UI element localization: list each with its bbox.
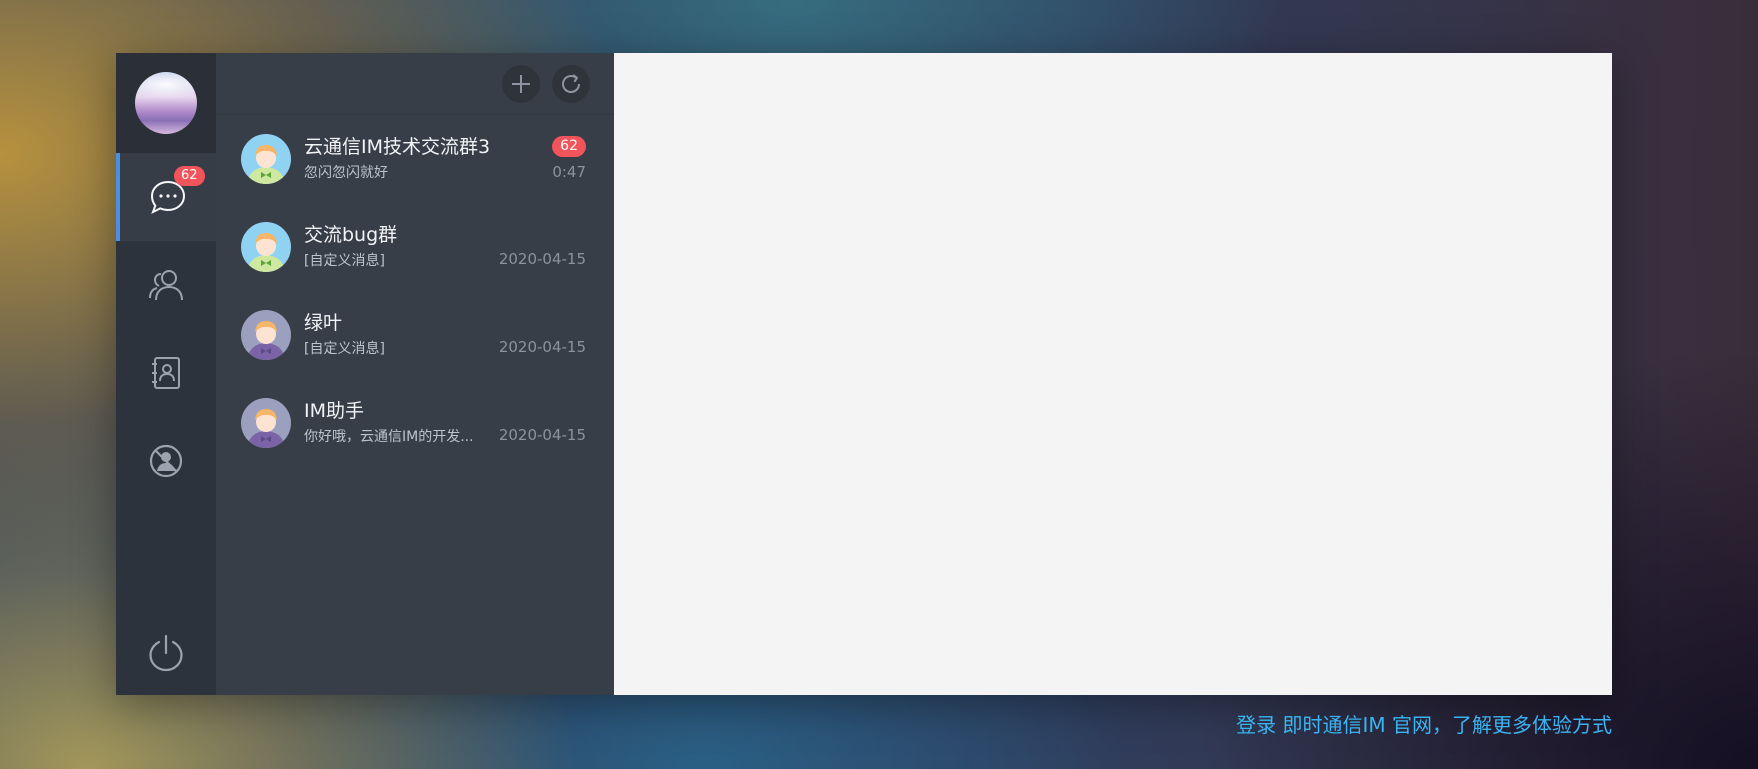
conversation-avatar [241, 310, 291, 360]
conversation-time: 0:47 [552, 162, 586, 181]
nav-item-conversations[interactable]: 62 [116, 153, 216, 241]
conversation-name: 云通信IM技术交流群3 [304, 136, 491, 158]
user-avatar[interactable] [135, 72, 197, 134]
conversation-avatar [241, 222, 291, 272]
power-icon [149, 634, 183, 672]
conversation-time: 2020-04-15 [498, 338, 586, 356]
conversation-item[interactable]: IM助手 你好哦，云通信IM的开发... 2020-04-15 [216, 379, 614, 467]
add-conversation-button[interactable] [502, 64, 540, 103]
official-site-link[interactable]: 登录 即时通信IM 官网，了解更多体验方式 [1236, 712, 1612, 738]
im-app-window: 62 云通信IM技术交流群3 忽闪忽闪就好 62 0:47 交流bug群 [自定… [116, 53, 1612, 695]
unread-count-badge: 62 [174, 166, 205, 186]
left-nav: 62 [116, 53, 216, 695]
conversation-last-message: [自定义消息] [304, 341, 385, 357]
conversation-avatar [241, 134, 291, 184]
refresh-button[interactable] [552, 64, 590, 103]
conversation-avatar [241, 398, 291, 448]
refresh-icon [562, 73, 580, 93]
nav-item-blacklist[interactable] [116, 417, 216, 505]
conversation-last-message: [自定义消息] [304, 253, 385, 269]
conversation-toolbar [216, 53, 614, 115]
chat-area [614, 53, 1612, 695]
conversation-item[interactable]: 云通信IM技术交流群3 忽闪忽闪就好 62 0:47 [216, 115, 614, 203]
conversation-list-panel: 云通信IM技术交流群3 忽闪忽闪就好 62 0:47 交流bug群 [自定义消息… [216, 53, 614, 695]
conversation-item[interactable]: 交流bug群 [自定义消息] 2020-04-15 [216, 203, 614, 291]
nav-item-contacts[interactable] [116, 241, 216, 329]
logout-button[interactable] [116, 633, 216, 673]
unread-badge: 62 [552, 135, 586, 157]
conversation-last-message: 忽闪忽闪就好 [304, 165, 388, 181]
conversation-time: 2020-04-15 [498, 250, 586, 268]
profile-area [116, 53, 216, 153]
plus-icon [512, 74, 530, 93]
nav-item-address-book[interactable] [116, 329, 216, 417]
address-book-icon [152, 357, 180, 389]
conversation-time: 2020-04-15 [498, 426, 586, 444]
conversation-last-message: 你好哦，云通信IM的开发... [304, 429, 474, 445]
contacts-icon [149, 270, 183, 301]
blacklist-icon [149, 444, 183, 478]
conversation-item[interactable]: 绿叶 [自定义消息] 2020-04-15 [216, 291, 614, 379]
